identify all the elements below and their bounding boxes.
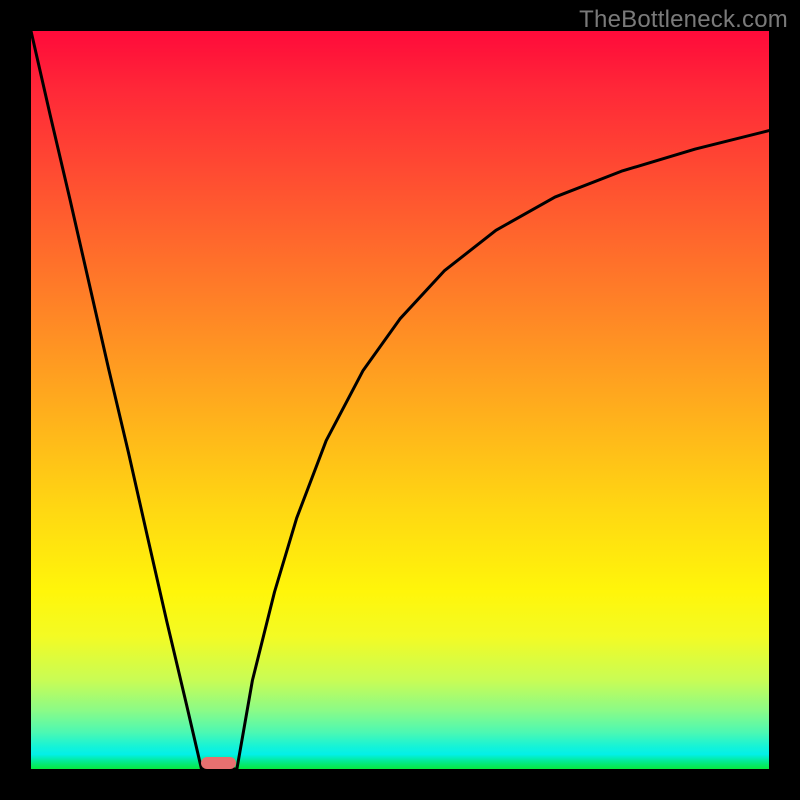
chart-frame: TheBottleneck.com: [0, 0, 800, 800]
watermark-text: TheBottleneck.com: [579, 6, 788, 34]
plot-area: [31, 31, 769, 769]
minimum-marker: [201, 757, 236, 769]
curve-path: [31, 31, 769, 769]
bottleneck-curve: [31, 31, 769, 769]
